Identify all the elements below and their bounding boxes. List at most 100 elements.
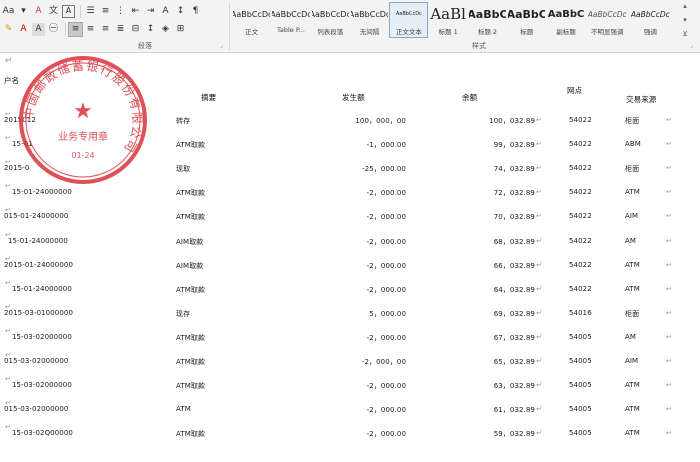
- distributed-icon[interactable]: ⊟: [129, 23, 142, 36]
- cell-amount: -1，000.00: [366, 141, 406, 150]
- cell-summary: ATM取款: [176, 382, 206, 391]
- cell-balance: 66，032.89: [493, 261, 535, 270]
- style-subtle-emphasis[interactable]: AaBbCcDc 不明显强调: [586, 2, 629, 38]
- style-list-paragraph[interactable]: AaBbCcDc 列表段落: [311, 2, 350, 38]
- cell-branch: 54022: [569, 236, 592, 245]
- clear-format-icon[interactable]: A: [32, 5, 45, 18]
- numbering-icon[interactable]: ≡: [99, 5, 112, 18]
- cell-date: 2015-03-01000000: [4, 308, 74, 317]
- more-styles-icon[interactable]: ⊻: [682, 30, 687, 38]
- cell-summary: ATM取款: [176, 285, 206, 294]
- style-heading-2[interactable]: AaBbC 标题 2: [468, 2, 507, 38]
- align-center-icon[interactable]: ≡: [84, 23, 97, 36]
- sort-icon[interactable]: ↕: [174, 5, 187, 18]
- show-marks-icon[interactable]: ¶: [189, 5, 202, 18]
- col-header-amount: 发生额: [342, 93, 365, 102]
- cell-end-mark-icon: ↵: [666, 140, 672, 149]
- cell-summary: AIM取款: [176, 237, 204, 246]
- style-no-spacing[interactable]: AaBbCcDc 无间隔: [350, 2, 389, 38]
- scroll-down-icon[interactable]: ▾: [683, 16, 687, 24]
- cell-date: 15-03-02000000: [12, 381, 72, 390]
- cell-end-mark-icon: ↵: [536, 357, 542, 365]
- row-return-mark-icon: ↵: [5, 182, 11, 191]
- char-border-icon[interactable]: A: [62, 4, 75, 18]
- cell-balance: 65，032.89: [493, 358, 535, 366]
- cell-branch: 54005: [569, 357, 592, 365]
- cell-branch: 54016: [569, 308, 592, 317]
- bank-seal-stamp: 中国邮政储蓄银行股份有限公司 ★ 业务专用章 01-24: [19, 56, 147, 184]
- styles-dialog-launcher-icon[interactable]: ⌟: [690, 42, 693, 49]
- align-right-icon[interactable]: ≡: [99, 23, 112, 36]
- justify-icon[interactable]: ≣: [114, 23, 127, 36]
- cell-summary: ATM取款: [176, 333, 206, 342]
- enclose-char-icon[interactable]: ㊀: [47, 23, 60, 36]
- cell-balance: 59，032.89: [493, 430, 535, 439]
- cell-amount: -2，000.00: [366, 430, 406, 439]
- cell-end-mark-icon: ↵: [536, 116, 542, 124]
- row-return-mark-icon: ↵: [5, 326, 11, 335]
- highlight-icon[interactable]: ✎: [2, 23, 15, 36]
- cell-balance: 70，032.89: [493, 213, 535, 222]
- style-emphasis[interactable]: AaBbCcDc 强调: [629, 2, 672, 38]
- cell-branch: 54022: [569, 212, 592, 221]
- cell-end-mark-icon: ↵: [536, 164, 542, 173]
- cell-end-mark-icon: ↵: [536, 429, 542, 438]
- cell-summary: ATM取款: [176, 189, 206, 198]
- cell-end-mark-icon: ↵: [536, 308, 542, 317]
- cell-end-mark-icon: ↵: [536, 212, 542, 221]
- style-normal[interactable]: AaBbCcDc 正文: [232, 2, 271, 38]
- line-spacing-icon[interactable]: ↕: [144, 23, 157, 36]
- style-subtitle[interactable]: AaBbC 副标题: [546, 2, 585, 38]
- cell-end-mark-icon: ↵: [666, 188, 672, 197]
- cell-end-mark-icon: ↵: [666, 116, 672, 124]
- cell-source: 柜面: [625, 309, 640, 318]
- decrease-indent-icon[interactable]: ⇤: [129, 5, 142, 18]
- col-header-balance: 余额: [462, 93, 478, 102]
- cell-amount: -2，000.00: [366, 213, 406, 222]
- dropdown-icon[interactable]: ▾: [17, 5, 30, 18]
- style-title[interactable]: AaBbC 标题: [507, 2, 546, 38]
- cell-branch: 54022: [569, 188, 592, 197]
- shading-icon[interactable]: ◈: [159, 23, 172, 36]
- cell-branch: 54005: [569, 332, 592, 341]
- align-left-icon[interactable]: ≡: [68, 21, 83, 37]
- scroll-up-icon[interactable]: ▴: [683, 2, 687, 10]
- cell-date: 15-03-02Q00000: [12, 429, 73, 438]
- cell-balance: 100，032.89: [489, 117, 535, 125]
- style-body-text[interactable]: AaBbCcDc 正文文本: [389, 2, 429, 38]
- cell-end-mark-icon: ↵: [666, 236, 672, 245]
- borders-icon[interactable]: ⊞: [174, 23, 187, 36]
- cell-end-mark-icon: ↵: [666, 357, 672, 365]
- cell-amount: -2，000.00: [366, 189, 406, 198]
- cell-date: 015-01-24000000: [4, 212, 69, 221]
- cell-amount: -2，000，00: [361, 358, 406, 366]
- cell-end-mark-icon: ↵: [666, 212, 672, 221]
- font-color-icon[interactable]: A: [17, 23, 30, 36]
- paragraph-dialog-launcher-icon[interactable]: ⌟: [220, 42, 223, 49]
- chinese-layout-icon[interactable]: A: [159, 5, 172, 18]
- cell-date: 2015-01-24000000: [4, 260, 74, 269]
- cell-source: ATM: [625, 405, 640, 414]
- cell-balance: 74，032.89: [493, 165, 535, 174]
- bullets-icon[interactable]: ☰: [84, 5, 97, 18]
- styles-gallery-scroll[interactable]: ▴ ▾ ⊻: [678, 2, 692, 38]
- cell-end-mark-icon: ↵: [536, 284, 542, 293]
- style-heading-1[interactable]: AaBl 标题 1: [428, 2, 467, 38]
- cell-source: AM: [625, 236, 637, 245]
- paragraph-group-label: 段落: [138, 42, 152, 50]
- phonetic-icon[interactable]: 文: [47, 5, 60, 18]
- cell-end-mark-icon: ↵: [666, 164, 672, 173]
- increase-indent-icon[interactable]: ⇥: [144, 5, 157, 18]
- cell-date: 15-01-24000000: [12, 284, 72, 293]
- multilevel-list-icon[interactable]: ⋮: [114, 5, 127, 18]
- cell-branch: 54022: [569, 284, 592, 293]
- row-return-mark-icon: ↵: [5, 278, 11, 287]
- style-table-paragraph[interactable]: AaBbCcDc Table P...: [271, 2, 310, 38]
- cell-branch: 54022: [569, 116, 592, 124]
- col-header-source: 交易来源: [626, 95, 657, 104]
- cell-summary: ATM取款: [176, 430, 206, 439]
- font-size-icon[interactable]: Aa: [2, 5, 15, 18]
- char-shading-icon[interactable]: A: [32, 22, 45, 36]
- cell-end-mark-icon: ↵: [536, 260, 542, 269]
- cell-source: ATM: [625, 284, 640, 293]
